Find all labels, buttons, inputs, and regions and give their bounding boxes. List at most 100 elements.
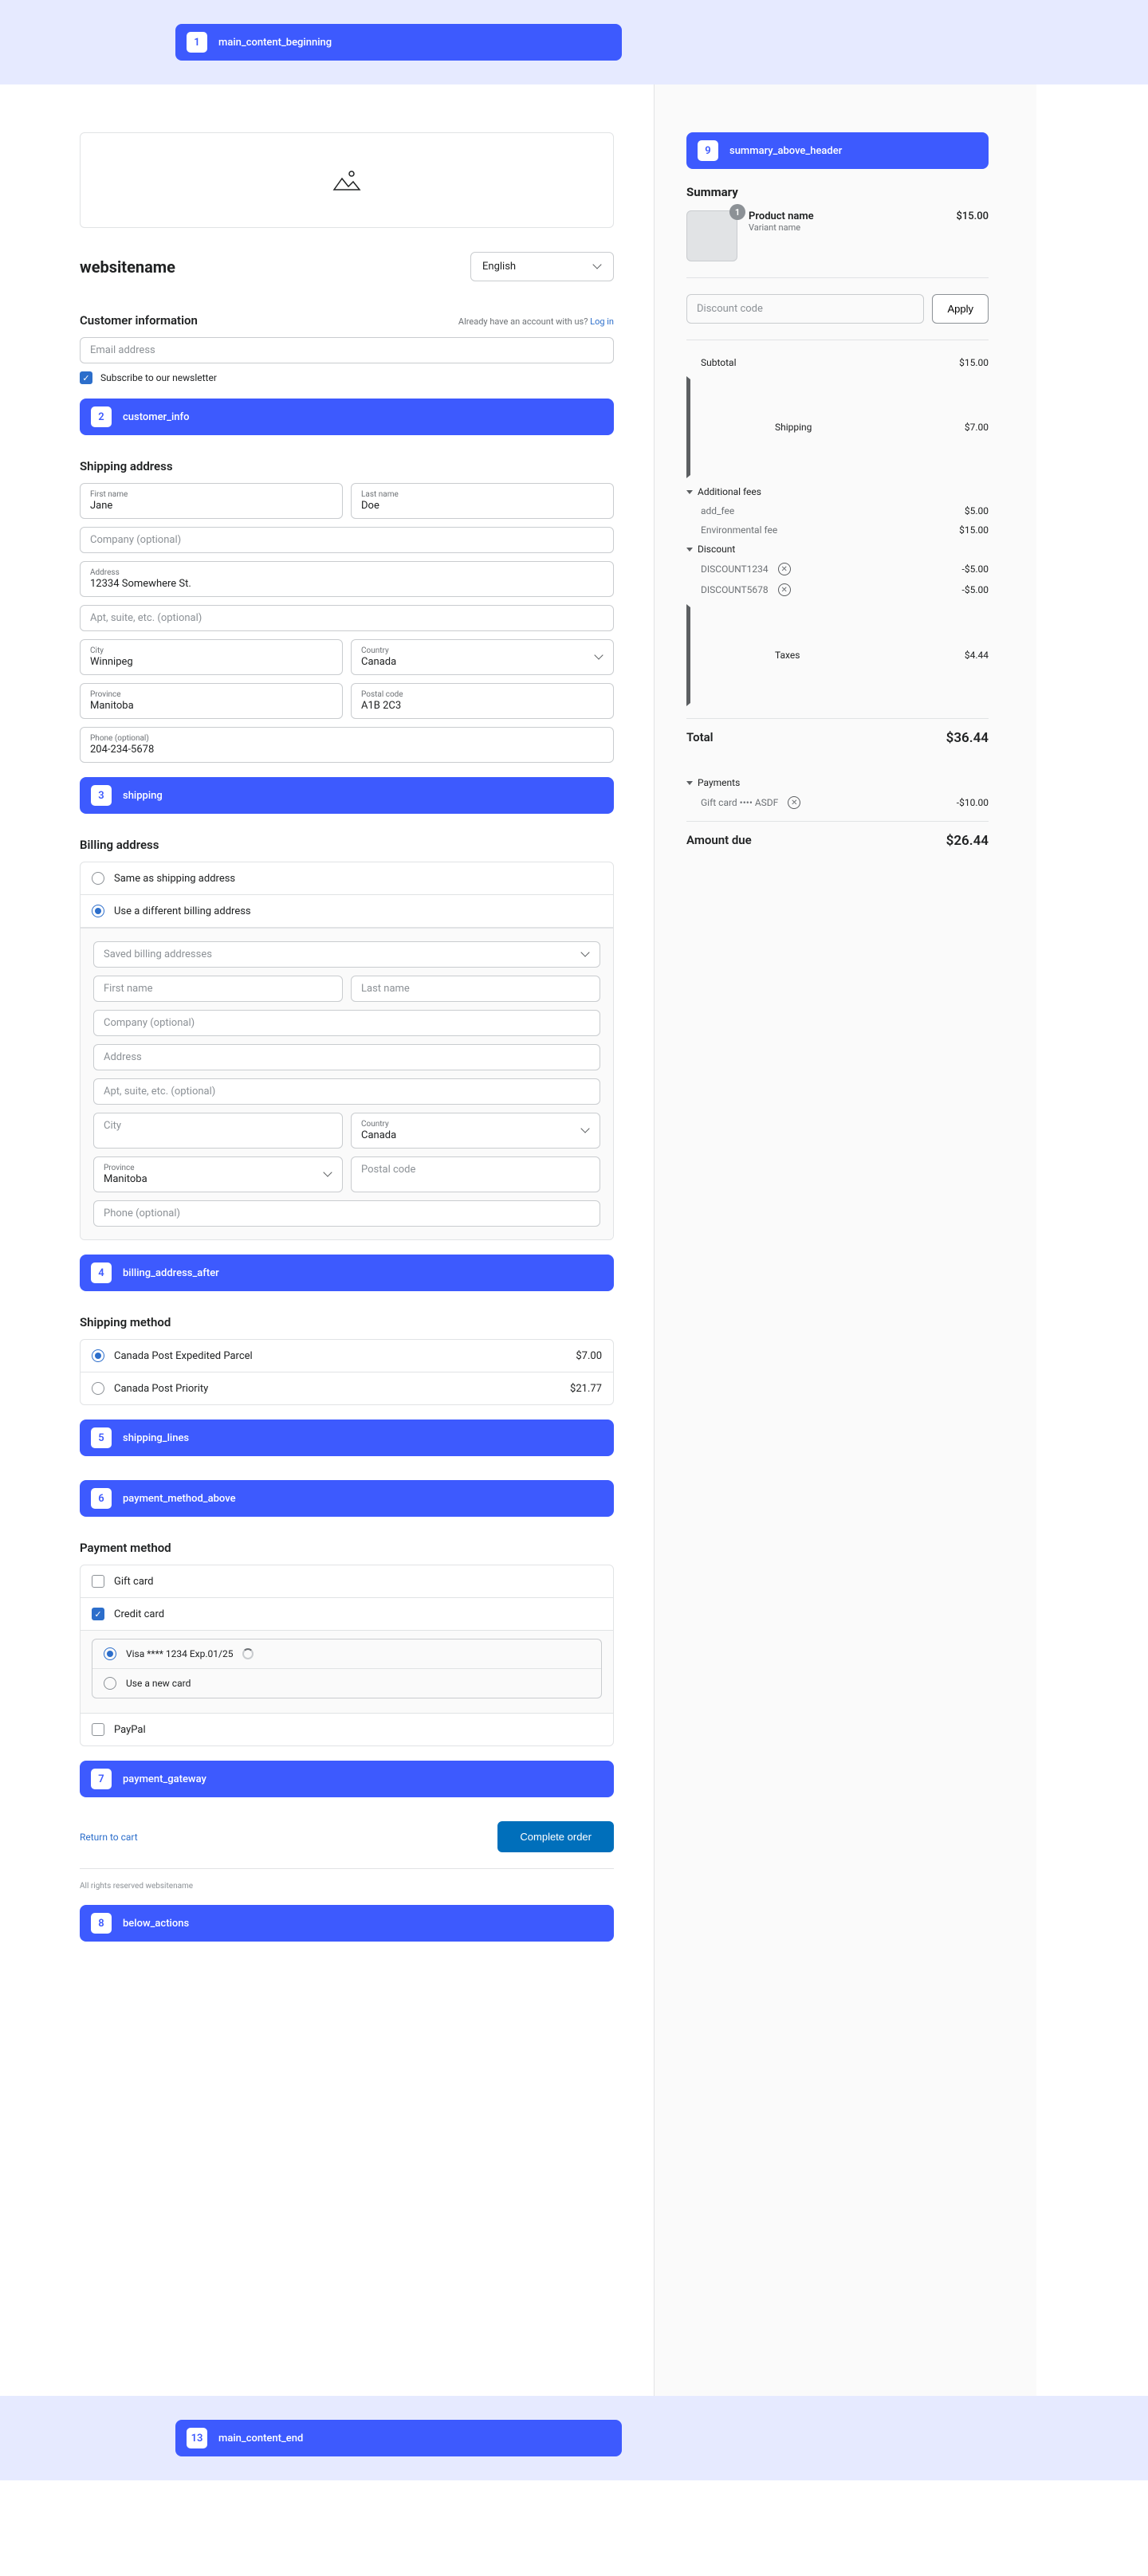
billing-country[interactable]: CountryCanada (351, 1113, 600, 1149)
saved-card-option[interactable]: Visa **** 1234 Exp.01/25 (92, 1639, 601, 1669)
slot-below-actions: 8 below_actions (80, 1905, 614, 1942)
first-name-field[interactable]: First nameJane (80, 483, 343, 519)
remove-icon[interactable]: ✕ (778, 563, 791, 575)
fee-item: add_fee$5.00 (686, 501, 989, 520)
shipping-method-title: Shipping method (80, 1315, 614, 1329)
slot-payment-gateway: 7 payment_gateway (80, 1761, 614, 1797)
payment-credit[interactable]: Credit card (81, 1598, 613, 1630)
footer-text: All rights reserved websitename (80, 1882, 614, 1891)
payment-methods: Gift card Credit card Visa **** 1234 Exp… (80, 1565, 614, 1746)
billing-province[interactable]: ProvinceManitoba (93, 1156, 343, 1192)
fees-line[interactable]: Additional fees (686, 482, 989, 501)
chevron-down-icon (582, 951, 590, 959)
giftcard-line: Gift card •••• ASDF✕-$10.00 (686, 792, 989, 813)
caret-right-icon (686, 376, 770, 478)
complete-order-button[interactable]: Complete order (497, 1821, 614, 1852)
remove-icon[interactable]: ✕ (778, 583, 791, 596)
checkout-main: websitename English Customer information… (0, 84, 654, 2396)
billing-title: Billing address (80, 838, 614, 852)
slot-main-content-end: 13 main_content_end (175, 2420, 622, 2456)
product-image (686, 210, 737, 261)
ship-option-1[interactable]: Canada Post Expedited Parcel$7.00 (81, 1340, 613, 1372)
shipping-address-title: Shipping address (80, 459, 614, 473)
total-line: Total$36.44 (686, 718, 989, 757)
saved-addresses-select[interactable]: Saved billing addresses (93, 941, 600, 968)
newsletter-checkbox[interactable] (80, 371, 92, 384)
apt-field[interactable]: Apt, suite, etc. (optional) (80, 605, 614, 631)
billing-different-option[interactable]: Use a different billing address (81, 895, 613, 928)
city-field[interactable]: CityWinnipeg (80, 639, 343, 675)
email-field[interactable]: Email address (80, 337, 614, 363)
caret-down-icon (686, 490, 693, 494)
slot-summary-above: 9 summary_above_header (686, 132, 989, 169)
discount-item: DISCOUNT1234✕-$5.00 (686, 559, 989, 579)
shipping-line[interactable]: Shipping$7.00 (686, 372, 989, 482)
discount-line[interactable]: Discount (686, 540, 989, 559)
newsletter-label: Subscribe to our newsletter (100, 372, 217, 383)
billing-option-box: Same as shipping address Use a different… (80, 862, 614, 1240)
customer-info-title: Customer information (80, 313, 198, 328)
payment-method-title: Payment method (80, 1541, 614, 1555)
return-to-cart-link[interactable]: Return to cart (80, 1832, 138, 1843)
logo-placeholder (80, 132, 614, 228)
summary-title: Summary (686, 185, 989, 199)
product-line: 1 Product name Variant name $15.00 (686, 210, 989, 261)
slot-shipping: 3 shipping (80, 777, 614, 814)
last-name-field[interactable]: Last nameDoe (351, 483, 614, 519)
banner-bottom: 13 main_content_end (0, 2396, 1148, 2480)
product-name: Product name (749, 210, 945, 222)
caret-down-icon (686, 548, 693, 552)
product-variant: Variant name (749, 222, 945, 233)
product-price: $15.00 (956, 210, 989, 222)
subtotal-line: Subtotal$15.00 (686, 353, 989, 372)
language-select[interactable]: English (470, 252, 614, 281)
slot-main-content-beginning: 1 main_content_beginning (175, 24, 622, 61)
province-field[interactable]: ProvinceManitoba (80, 683, 343, 719)
remove-icon[interactable]: ✕ (788, 796, 800, 809)
amount-due-line: Amount due$26.44 (686, 821, 989, 860)
qty-badge: 1 (729, 204, 745, 220)
payments-line[interactable]: Payments (686, 773, 989, 792)
billing-apt[interactable]: Apt, suite, etc. (optional) (93, 1078, 600, 1105)
payment-paypal[interactable]: PayPal (81, 1713, 613, 1745)
loading-spinner-icon (242, 1648, 254, 1659)
country-select[interactable]: CountryCanada (351, 639, 614, 675)
billing-last-name[interactable]: Last name (351, 976, 600, 1002)
payment-gift[interactable]: Gift card (81, 1565, 613, 1598)
chevron-down-icon (594, 263, 602, 271)
shipping-methods: Canada Post Expedited Parcel$7.00 Canada… (80, 1339, 614, 1405)
billing-address[interactable]: Address (93, 1044, 600, 1070)
billing-company[interactable]: Company (optional) (93, 1010, 600, 1036)
billing-postal[interactable]: Postal code (351, 1156, 600, 1192)
radio-checked[interactable] (92, 905, 104, 917)
address-field[interactable]: Address12334 Somewhere St. (80, 561, 614, 597)
billing-city[interactable]: City (93, 1113, 343, 1149)
site-name: websitename (80, 257, 175, 277)
billing-phone[interactable]: Phone (optional) (93, 1200, 600, 1227)
billing-first-name[interactable]: First name (93, 976, 343, 1002)
postal-field[interactable]: Postal codeA1B 2C3 (351, 683, 614, 719)
company-field[interactable]: Company (optional) (80, 527, 614, 553)
discount-item: DISCOUNT5678✕-$5.00 (686, 579, 989, 600)
chevron-down-icon (582, 1127, 590, 1135)
slot-payment-above: 6 payment_method_above (80, 1480, 614, 1517)
chevron-down-icon (324, 1171, 332, 1179)
caret-down-icon (686, 781, 693, 785)
image-icon (332, 169, 361, 191)
ship-option-2[interactable]: Canada Post Priority$21.77 (81, 1372, 613, 1404)
login-link[interactable]: Log in (590, 316, 614, 327)
discount-input[interactable]: Discount code (686, 294, 924, 324)
billing-form: Saved billing addresses First name Last … (81, 928, 613, 1239)
phone-field[interactable]: Phone (optional)204-234-5678 (80, 727, 614, 763)
new-card-option[interactable]: Use a new card (92, 1669, 601, 1698)
billing-same-option[interactable]: Same as shipping address (81, 862, 613, 895)
apply-button[interactable]: Apply (932, 294, 989, 324)
taxes-line[interactable]: Taxes$4.44 (686, 600, 989, 710)
credit-card-options: Visa **** 1234 Exp.01/25 Use a new card (81, 1630, 613, 1713)
radio-unchecked[interactable] (92, 872, 104, 885)
slot-customer-info: 2 customer_info (80, 399, 614, 435)
slot-billing-after: 4 billing_address_after (80, 1255, 614, 1291)
slot-shipping-lines: 5 shipping_lines (80, 1420, 614, 1456)
fee-item: Environmental fee$15.00 (686, 520, 989, 540)
login-prompt: Already have an account with us? Log in (458, 316, 614, 327)
